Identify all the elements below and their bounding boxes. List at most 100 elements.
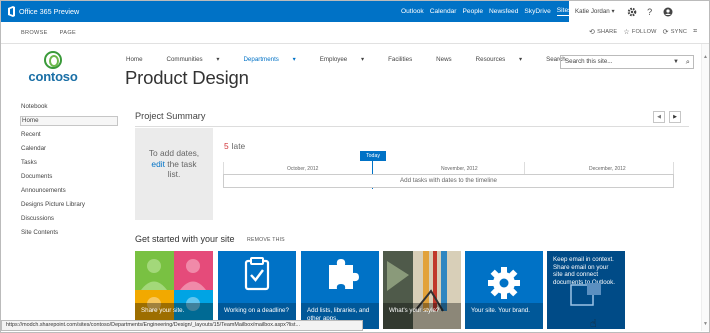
divider bbox=[135, 126, 689, 127]
gear-icon[interactable] bbox=[625, 5, 639, 19]
topnav-departments[interactable]: Departments ▾ bbox=[243, 56, 307, 63]
sync-button[interactable]: ⟳ SYNC bbox=[663, 28, 687, 36]
chevron-down-icon: ▾ bbox=[518, 56, 523, 63]
leftnav-documents[interactable]: Documents bbox=[21, 172, 117, 186]
edit-task-list-link[interactable]: edit bbox=[151, 159, 165, 169]
timeline-hint: Add tasks with dates to the timeline bbox=[400, 177, 497, 184]
leftnav-site-contents[interactable]: Site Contents bbox=[21, 228, 117, 242]
share-icon: ⟲ bbox=[589, 29, 596, 36]
suite-link-calendar[interactable]: Calendar bbox=[430, 8, 457, 15]
late-tasks-counter[interactable]: 5 late bbox=[224, 141, 245, 151]
timeline-tick bbox=[524, 162, 525, 174]
timeline-month-november: November, 2012 bbox=[441, 166, 478, 172]
sync-icon: ⟳ bbox=[662, 29, 669, 36]
ribbon-tabs: BROWSE PAGE bbox=[21, 30, 88, 36]
tile-caption: What's your style? bbox=[383, 303, 461, 329]
add-dates-line2: the task bbox=[164, 158, 197, 169]
leftnav-calendar[interactable]: Calendar bbox=[21, 144, 117, 158]
topnav-communities[interactable]: Communities ▾ bbox=[167, 56, 232, 63]
tile-share-site[interactable]: Share your site. bbox=[135, 251, 213, 329]
focus-content-icon[interactable]: ⌗ bbox=[693, 28, 699, 36]
help-icon[interactable]: ? bbox=[643, 5, 657, 19]
vertical-scrollbar[interactable]: ▲ ▼ bbox=[701, 44, 709, 331]
site-logo[interactable]: contoso bbox=[23, 51, 83, 84]
user-menu[interactable]: Katie Jordan ▾ bbox=[575, 8, 615, 15]
topnav-news[interactable]: News bbox=[436, 56, 463, 63]
leftnav-designs-picture-library[interactable]: Designs Picture Library bbox=[21, 200, 117, 214]
chevron-down-icon: ▾ bbox=[216, 56, 220, 63]
search-placeholder: Search this site... bbox=[565, 58, 613, 65]
leftnav-home[interactable]: Home bbox=[20, 116, 118, 126]
previous-button[interactable]: ◀ bbox=[653, 111, 665, 123]
browser-frame: Office 365 Preview Outlook Calendar Peop… bbox=[0, 0, 710, 333]
suite-link-people[interactable]: People bbox=[463, 8, 484, 15]
ribbon-actions: ⟲ SHARE ☆ FOLLOW ⟳ SYNC ⌗ bbox=[589, 28, 705, 36]
scroll-up-icon[interactable]: ▲ bbox=[703, 54, 708, 60]
topnav-employee[interactable]: Employee ▾ bbox=[320, 56, 376, 63]
sync-label: SYNC bbox=[670, 29, 688, 35]
tile-whats-your-style[interactable]: What's your style? bbox=[383, 251, 461, 329]
top-navigation: Home Communities ▾ Departments ▾ Employe… bbox=[126, 56, 590, 63]
search-scope-dropdown-icon[interactable]: ▼ bbox=[673, 56, 679, 68]
page-title: Product Design bbox=[125, 67, 249, 88]
late-count: 5 bbox=[224, 141, 229, 151]
suite-link-outlook[interactable]: Outlook bbox=[401, 8, 424, 15]
leftnav-tasks[interactable]: Tasks bbox=[21, 158, 117, 172]
timeline[interactable]: Add tasks with dates to the timeline bbox=[223, 174, 674, 188]
leftnav-recent[interactable]: Recent bbox=[21, 130, 117, 144]
topnav-facilities[interactable]: Facilities bbox=[388, 56, 424, 63]
suite-links: Outlook Calendar People Newsfeed SkyDriv… bbox=[401, 1, 593, 22]
office-logo-icon bbox=[8, 6, 15, 17]
search-input[interactable]: Search this site... ▼ ⌕ bbox=[560, 55, 694, 69]
topnav-home[interactable]: Home bbox=[126, 56, 155, 63]
mailbox-icon bbox=[570, 283, 601, 306]
add-dates-panel: To add dates, edit the task list. bbox=[135, 128, 213, 220]
tab-page[interactable]: PAGE bbox=[60, 30, 76, 36]
chevron-down-icon: ▾ bbox=[292, 56, 296, 63]
tile-working-on-deadline[interactable]: Working on a deadline? bbox=[218, 251, 296, 329]
mouse-cursor-icon: ☝ bbox=[590, 318, 597, 330]
quick-launch: Notebook Home Recent Calendar Tasks Docu… bbox=[20, 102, 118, 242]
topnav-resources[interactable]: Resources ▾ bbox=[476, 56, 534, 63]
brand-label: Office 365 Preview bbox=[19, 7, 80, 16]
office365-brand[interactable]: Office 365 Preview bbox=[7, 6, 79, 17]
ribbon: BROWSE PAGE ⟲ SHARE ☆ FOLLOW ⟳ SYNC ⌗ bbox=[1, 22, 709, 44]
add-dates-line1: To add dates, bbox=[148, 148, 200, 158]
search-icon[interactable]: ⌕ bbox=[686, 56, 690, 68]
share-button[interactable]: ⟲ SHARE bbox=[589, 28, 617, 36]
tab-browse[interactable]: BROWSE bbox=[21, 30, 48, 36]
leftnav-discussions[interactable]: Discussions bbox=[21, 214, 117, 228]
add-dates-line3: list. bbox=[167, 169, 181, 179]
late-label: late bbox=[231, 141, 246, 151]
get-started-title: Get started with your site bbox=[135, 234, 235, 244]
remove-this-link[interactable]: REMOVE THIS bbox=[247, 237, 285, 243]
follow-star-icon: ☆ bbox=[623, 29, 630, 36]
clipboard-check-icon bbox=[244, 257, 270, 291]
tile-add-apps[interactable]: Add lists, libraries, and other apps. bbox=[301, 251, 379, 329]
tile-keep-email-in-context[interactable]: Keep email in context. Share email on yo… bbox=[547, 251, 625, 329]
follow-label: FOLLOW bbox=[631, 29, 657, 35]
suite-bar: Office 365 Preview Outlook Calendar Peop… bbox=[1, 1, 709, 22]
user-area: Katie Jordan ▾ ? bbox=[569, 1, 709, 22]
follow-button[interactable]: ☆ FOLLOW bbox=[623, 28, 656, 36]
chevron-right-icon: ▶ bbox=[673, 114, 677, 120]
leftnav-announcements[interactable]: Announcements bbox=[21, 186, 117, 200]
chevron-left-icon: ◀ bbox=[657, 114, 661, 120]
next-button[interactable]: ▶ bbox=[669, 111, 681, 123]
suite-link-newsfeed[interactable]: Newsfeed bbox=[489, 8, 518, 15]
gear-icon bbox=[488, 267, 520, 299]
chevron-down-icon: ▾ bbox=[360, 56, 365, 63]
scroll-down-icon[interactable]: ▼ bbox=[703, 321, 708, 327]
timeline-tick bbox=[223, 162, 224, 174]
tile-your-brand[interactable]: Your site. Your brand. bbox=[465, 251, 543, 329]
leftnav-notebook[interactable]: Notebook bbox=[21, 102, 117, 116]
logo-text: contoso bbox=[28, 69, 78, 84]
user-name: Katie Jordan bbox=[575, 8, 610, 15]
suite-link-skydrive[interactable]: SkyDrive bbox=[524, 8, 550, 15]
project-summary-title: Project Summary bbox=[135, 111, 206, 121]
puzzle-piece-icon bbox=[329, 259, 359, 289]
account-icon[interactable] bbox=[661, 5, 675, 19]
timeline-month-december: December, 2012 bbox=[589, 166, 626, 172]
status-bar-url: https://modch.sharepoint.com/sites/conto… bbox=[1, 320, 363, 331]
timeline-tick bbox=[673, 162, 674, 174]
